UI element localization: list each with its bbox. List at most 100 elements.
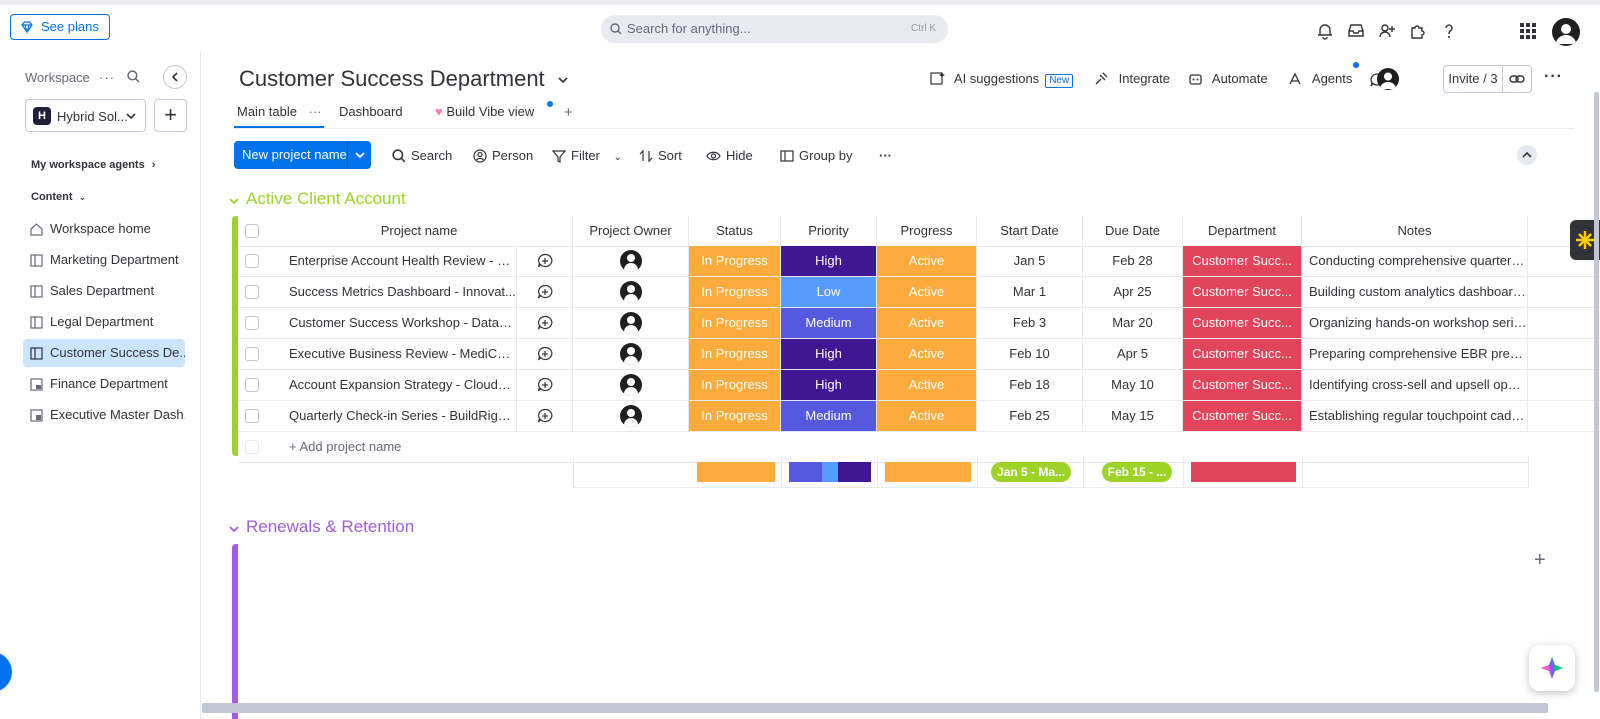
group-title-active-client[interactable]: Active Client Account [229, 189, 406, 209]
start-date-cell[interactable]: Feb 10 [977, 339, 1083, 369]
column-header[interactable]: Status [689, 216, 781, 246]
project-name-cell[interactable]: Enterprise Account Health Review - G... [266, 246, 517, 276]
department-cell[interactable]: Customer Succ... [1183, 339, 1302, 369]
start-date-range[interactable]: Jan 5 - Ma... [991, 462, 1071, 482]
status-cell[interactable]: In Progress [689, 401, 781, 431]
tab-build-vibe-view[interactable]: ♥ Build Vibe view [435, 104, 534, 128]
progress-cell[interactable]: Active [877, 339, 977, 369]
row-checkbox[interactable] [245, 378, 259, 392]
start-date-cell[interactable]: Feb 3 [977, 308, 1083, 338]
column-header[interactable]: Priority [781, 216, 877, 246]
due-date-range[interactable]: Feb 15 - ... [1102, 462, 1172, 482]
column-header[interactable]: Start Date [977, 216, 1083, 246]
agents-button[interactable]: Agents [1288, 71, 1352, 86]
ai-assistant-button[interactable] [1529, 645, 1575, 691]
sidebar-item-marketing[interactable]: Marketing Department [23, 246, 185, 274]
add-workspace-item-button[interactable]: + [154, 99, 187, 132]
due-date-cell[interactable]: May 15 [1083, 401, 1183, 431]
board-owner-avatar[interactable] [1377, 68, 1399, 90]
table-row[interactable]: Quarterly Check-in Series - BuildRight..… [238, 401, 1600, 432]
row-checkbox[interactable] [245, 347, 259, 361]
due-date-cell[interactable]: Feb 28 [1083, 246, 1183, 276]
hide-button[interactable]: Hide [706, 148, 753, 163]
vertical-scrollbar[interactable] [1594, 92, 1599, 692]
priority-summary-medium[interactable] [789, 462, 822, 482]
owner-cell[interactable] [573, 401, 689, 431]
add-update-cell[interactable] [517, 370, 573, 400]
project-name-cell[interactable]: Quarterly Check-in Series - BuildRight..… [266, 401, 517, 431]
column-header[interactable]: Department [1183, 216, 1302, 246]
tab-dashboard[interactable]: Dashboard [339, 104, 403, 128]
table-row[interactable]: Executive Business Review - MediCar... In… [238, 339, 1600, 370]
search-button[interactable]: Search [392, 148, 452, 163]
start-date-cell[interactable]: Jan 5 [977, 246, 1083, 276]
sidebar-item-executive-dashboard[interactable]: Executive Master Dash... [23, 401, 185, 429]
department-cell[interactable]: Customer Succ... [1183, 277, 1302, 307]
project-name-cell[interactable]: Success Metrics Dashboard - Innovat... [266, 277, 517, 307]
status-cell[interactable]: In Progress [689, 370, 781, 400]
priority-cell[interactable]: Medium [781, 308, 877, 338]
notes-cell[interactable]: Organizing hands-on workshop series ... [1302, 308, 1528, 338]
status-cell[interactable]: In Progress [689, 308, 781, 338]
integrate-button[interactable]: Integrate [1094, 71, 1170, 86]
invite-user-icon[interactable] [1377, 21, 1397, 41]
project-name-cell[interactable]: Customer Success Workshop - DataSt... [266, 308, 517, 338]
app-grid-icon[interactable] [1518, 21, 1538, 41]
workspace-more-icon[interactable]: ··· [99, 70, 115, 85]
due-date-cell[interactable]: May 10 [1083, 370, 1183, 400]
inbox-icon[interactable] [1346, 21, 1366, 41]
add-update-cell[interactable] [517, 339, 573, 369]
help-icon[interactable] [1439, 21, 1459, 41]
department-cell[interactable]: Customer Succ... [1183, 308, 1302, 338]
person-filter-button[interactable]: Person [473, 148, 533, 163]
group-title-renewals[interactable]: Renewals & Retention [229, 517, 414, 537]
add-view-button[interactable]: + [564, 104, 573, 128]
priority-cell[interactable]: High [781, 339, 877, 369]
add-update-cell[interactable] [517, 277, 573, 307]
workspace-selector[interactable]: H Hybrid Sol... [25, 99, 146, 132]
toolbar-more-icon[interactable]: ··· [879, 148, 892, 163]
user-avatar[interactable] [1552, 18, 1580, 46]
sidebar-item-workspace-home[interactable]: Workspace home [23, 215, 185, 243]
automate-button[interactable]: Automate [1188, 71, 1268, 86]
collapse-sidebar-button[interactable] [163, 65, 187, 89]
start-date-cell[interactable]: Feb 25 [977, 401, 1083, 431]
column-header[interactable]: Project name [266, 216, 573, 246]
progress-cell[interactable]: Active [877, 277, 977, 307]
owner-cell[interactable] [573, 370, 689, 400]
progress-cell[interactable]: Active [877, 401, 977, 431]
column-header[interactable]: Project Owner [573, 216, 689, 246]
priority-cell[interactable]: Medium [781, 401, 877, 431]
invite-button[interactable]: Invite / 3 [1443, 65, 1503, 93]
search-icon[interactable] [127, 70, 140, 83]
add-update-cell[interactable] [517, 308, 573, 338]
sidebar-item-finance[interactable]: Finance Department [23, 370, 185, 398]
see-plans-button[interactable]: See plans [10, 14, 110, 40]
group-by-button[interactable]: Group by [780, 148, 852, 163]
column-header[interactable]: Due Date [1083, 216, 1183, 246]
notes-cell[interactable]: Conducting comprehensive quarterly ... [1302, 246, 1528, 276]
start-date-cell[interactable]: Mar 1 [977, 277, 1083, 307]
table-row[interactable]: Account Expansion Strategy - CloudN... In… [238, 370, 1600, 401]
horizontal-scrollbar[interactable] [202, 703, 1548, 713]
status-summary-bar[interactable] [697, 462, 775, 482]
progress-cell[interactable]: Active [877, 370, 977, 400]
add-update-cell[interactable] [517, 401, 573, 431]
owner-cell[interactable] [573, 277, 689, 307]
priority-summary-low[interactable] [822, 462, 838, 482]
priority-cell[interactable]: High [781, 246, 877, 276]
project-name-cell[interactable]: Account Expansion Strategy - CloudN... [266, 370, 517, 400]
sort-button[interactable]: Sort [639, 148, 682, 163]
sidebar-item-sales[interactable]: Sales Department [23, 277, 185, 305]
select-all-checkbox[interactable] [245, 224, 259, 238]
notes-cell[interactable]: Preparing comprehensive EBR present... [1302, 339, 1528, 369]
due-date-cell[interactable]: Apr 5 [1083, 339, 1183, 369]
add-update-cell[interactable] [517, 246, 573, 276]
progress-cell[interactable]: Active [877, 246, 977, 276]
table-row[interactable]: Success Metrics Dashboard - Innovat... In… [238, 277, 1600, 308]
department-cell[interactable]: Customer Succ... [1183, 246, 1302, 276]
tab-more-icon[interactable]: ··· [309, 104, 322, 119]
due-date-cell[interactable]: Apr 25 [1083, 277, 1183, 307]
department-cell[interactable]: Customer Succ... [1183, 370, 1302, 400]
sidebar-item-customer-success[interactable]: Customer Success De... [23, 339, 185, 367]
